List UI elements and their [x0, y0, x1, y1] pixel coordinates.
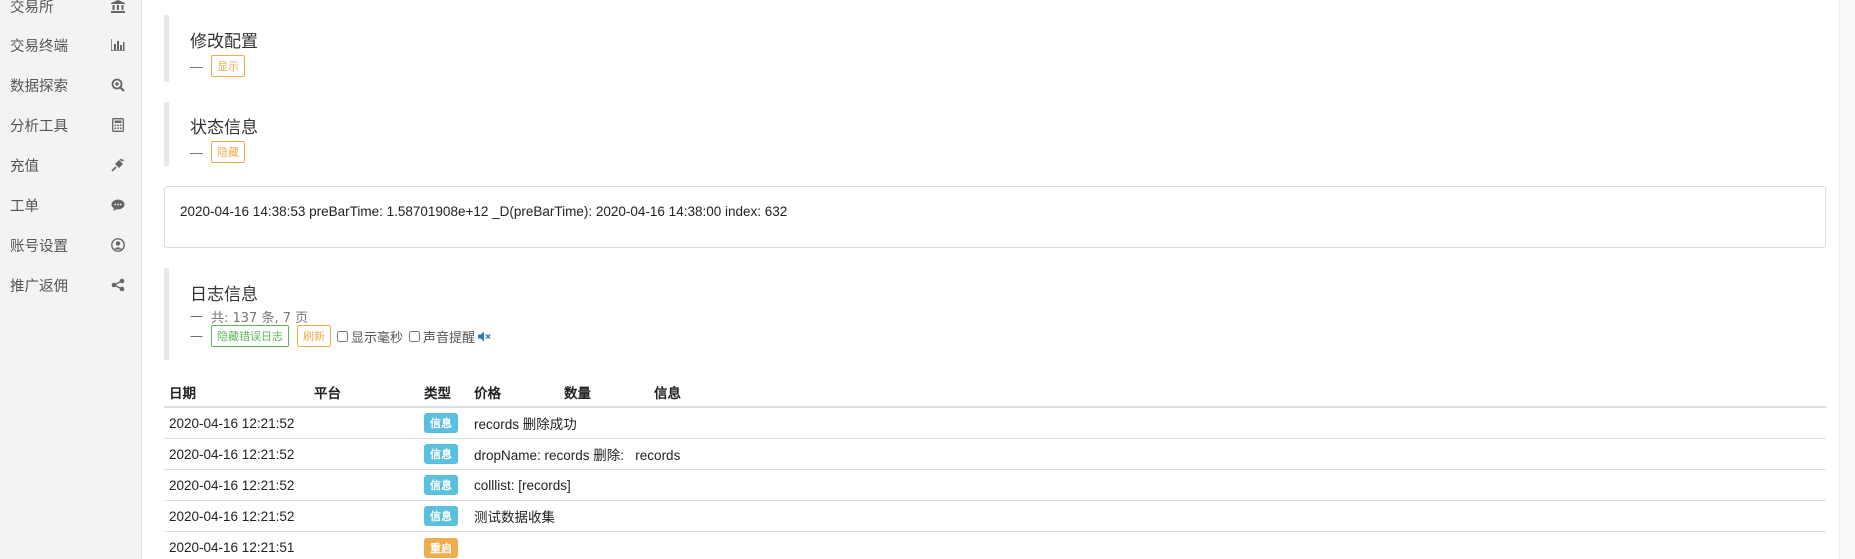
cell-info: dropName: records 删除: records [474, 448, 681, 463]
comment-icon [110, 197, 126, 213]
cell-date: 2020-04-16 12:21:52 [169, 508, 295, 524]
status-box: 2020-04-16 14:38:53 preBarTime: 1.587019… [164, 186, 1826, 248]
sound-alert-checkbox[interactable] [409, 330, 421, 342]
header-price: 价格 [474, 386, 501, 402]
sound-alert-label: 声音提醒 [423, 330, 476, 346]
sidebar-item-label: 数据探索 [10, 78, 68, 95]
log-panel-title: 日志信息 [190, 285, 258, 305]
type-badge: 信息 [424, 475, 458, 495]
cell-info: 测试数据收集 [474, 510, 555, 525]
header-date: 日期 [169, 386, 196, 402]
search-plus-icon [110, 77, 126, 93]
cell-date: 2020-04-16 12:21:52 [169, 446, 295, 462]
dash: — [190, 328, 203, 344]
sidebar-item-label: 充值 [10, 158, 39, 175]
sidebar-item-recharge[interactable]: 充值 [0, 145, 142, 185]
sidebar-item-label: 交易所 [10, 0, 54, 16]
status-panel: 状态信息 — 隐藏 [164, 102, 258, 166]
type-badge: 重启 [424, 537, 458, 558]
show-config-button[interactable]: 显示 [211, 55, 245, 77]
header-type: 类型 [424, 386, 451, 402]
main-content: 修改配置 — 显示 状态信息 — 隐藏 2020-04-16 14:38:53 … [142, 0, 1839, 559]
bar-chart-icon [110, 37, 126, 53]
status-panel-title: 状态信息 [190, 118, 258, 138]
hide-status-button[interactable]: 隐藏 [211, 141, 245, 163]
sidebar-item-analysis-tools[interactable]: 分析工具 [0, 105, 142, 145]
dash: — [190, 144, 203, 160]
log-table: 日期 平台 类型 价格 数量 信息 2020-04-16 12:21:52 信息… [164, 378, 1826, 559]
sidebar-item-exchange[interactable]: 交易所 [0, 0, 142, 26]
sidebar: 交易所 交易终端 数据探索 分析工具 充值 工单 账号设置 推广返佣 [0, 0, 142, 559]
sidebar-item-label: 分析工具 [10, 118, 68, 135]
sidebar-item-account-settings[interactable]: 账号设置 [0, 225, 142, 265]
table-row: 2020-04-16 12:21:52 信息 dropName: records… [164, 439, 1826, 470]
sidebar-item-label: 推广返佣 [10, 278, 68, 295]
cell-info: records 删除成功 [474, 417, 577, 432]
show-ms-checkbox[interactable] [337, 330, 348, 342]
sidebar-item-referral[interactable]: 推广返佣 [0, 265, 142, 305]
table-row: 2020-04-16 12:21:52 信息 records 删除成功 [164, 408, 1826, 439]
status-text: 2020-04-16 14:38:53 preBarTime: 1.587019… [180, 204, 788, 219]
config-panel-title: 修改配置 [190, 32, 258, 52]
type-badge: 信息 [424, 413, 458, 433]
type-badge: 信息 [424, 506, 458, 526]
sidebar-item-ticket[interactable]: 工单 [0, 185, 142, 225]
sidebar-item-label: 工单 [10, 198, 39, 215]
hide-error-log-button[interactable]: 隐藏错误日志 [211, 325, 289, 347]
header-quantity: 数量 [564, 386, 591, 402]
cell-info: colllist: [records] [474, 477, 571, 493]
sidebar-item-label: 交易终端 [10, 38, 68, 55]
header-info: 信息 [654, 386, 681, 402]
type-badge: 信息 [424, 444, 458, 464]
table-row: 2020-04-16 12:21:52 信息 测试数据收集 [164, 501, 1826, 532]
share-icon [110, 277, 126, 293]
log-panel: 日志信息 — 共: 137 条, 7 页 — 隐藏错误日志 刷新 显示毫秒 声音… [164, 268, 491, 360]
sidebar-item-trade-terminal[interactable]: 交易终端 [0, 25, 142, 65]
cell-date: 2020-04-16 12:21:52 [169, 415, 295, 431]
dash: — [190, 58, 203, 74]
sidebar-item-data-explore[interactable]: 数据探索 [0, 65, 142, 105]
cell-date: 2020-04-16 12:21:52 [169, 477, 295, 493]
header-platform: 平台 [314, 386, 341, 402]
page-scrollbar[interactable] [1839, 0, 1855, 559]
calculator-icon [110, 117, 126, 133]
config-panel: 修改配置 — 显示 [164, 15, 258, 82]
sidebar-item-label: 账号设置 [10, 238, 68, 255]
bank-icon [110, 0, 126, 14]
volume-mute-icon[interactable] [478, 331, 491, 342]
table-row: 2020-04-16 12:21:51 重启 [164, 532, 1826, 559]
cell-date: 2020-04-16 12:21:51 [169, 540, 295, 555]
log-summary: 共: 137 条, 7 页 [211, 310, 309, 326]
table-row: 2020-04-16 12:21:52 信息 colllist: [record… [164, 470, 1826, 501]
dash: — [190, 308, 203, 324]
plug-icon [110, 157, 126, 173]
user-circle-icon [110, 237, 126, 253]
refresh-button[interactable]: 刷新 [297, 325, 331, 347]
table-header: 日期 平台 类型 价格 数量 信息 [164, 378, 1826, 408]
show-ms-label: 显示毫秒 [351, 330, 404, 346]
